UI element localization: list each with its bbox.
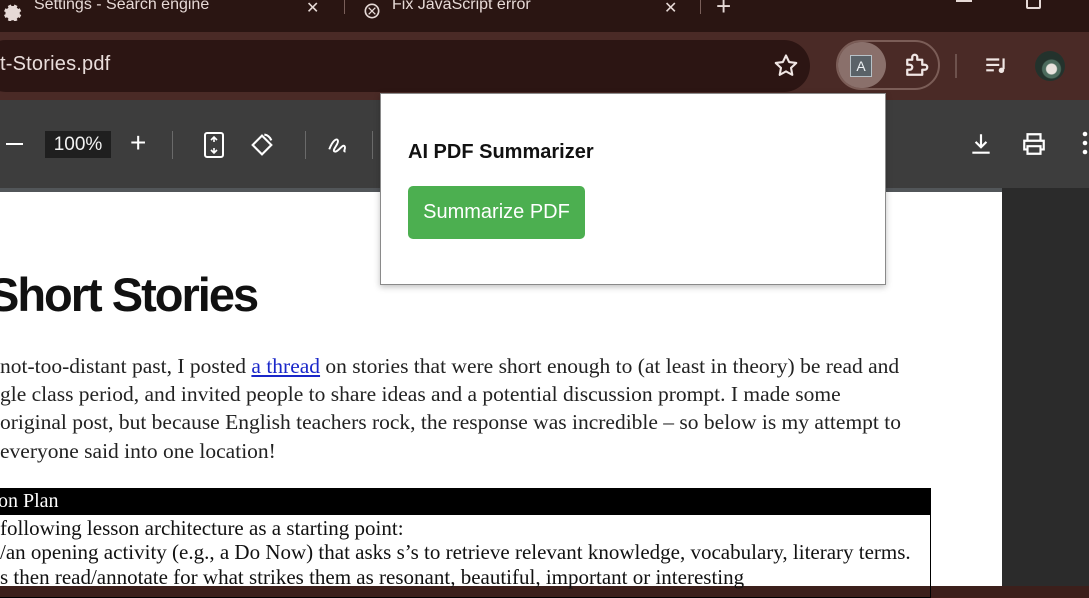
new-tab-icon[interactable]: +	[716, 0, 731, 22]
tab-separator	[700, 0, 701, 14]
openai-icon	[362, 3, 380, 24]
minimize-icon[interactable]	[956, 0, 972, 2]
annotate-pen-icon[interactable]	[326, 131, 352, 164]
profile-avatar[interactable]	[1035, 51, 1065, 81]
toolbar-separator	[305, 131, 306, 159]
zoom-in-icon[interactable]: +	[130, 127, 146, 159]
tab-title: Fix JavaScript error	[392, 0, 531, 13]
print-icon[interactable]	[1020, 131, 1048, 162]
paragraph-line: original post, but because English teach…	[0, 410, 901, 434]
toolbar-separator	[372, 131, 373, 159]
lesson-plan-line: /an opening activity (e.g., a Do Now) th…	[0, 540, 911, 564]
pdf-side-area	[1002, 188, 1089, 586]
rotate-icon[interactable]	[248, 131, 276, 164]
zoom-level-input[interactable]: 100%	[45, 131, 111, 158]
summarize-pdf-button[interactable]: Summarize PDF	[408, 186, 585, 239]
text-span: on stories that were short enough to (at…	[320, 354, 900, 378]
popup-title: AI PDF Summarizer	[408, 141, 594, 163]
bookmark-star-icon[interactable]	[772, 52, 800, 85]
thread-link[interactable]: a thread	[251, 354, 320, 378]
more-options-icon[interactable]	[1082, 130, 1088, 161]
document-title: Short Stories	[0, 268, 259, 321]
text-span: not-too-distant past, I posted	[0, 354, 252, 378]
address-bar[interactable]	[0, 40, 810, 92]
tab-title: Settings - Search engine	[34, 0, 210, 13]
download-icon[interactable]	[968, 131, 994, 162]
tab-close-icon[interactable]: ✕	[306, 0, 322, 24]
extensions-puzzle-icon[interactable]	[900, 51, 932, 86]
address-bar-url[interactable]: t-Stories.pdf	[0, 53, 110, 76]
toolbar-separator	[172, 131, 173, 159]
lesson-plan-line: s then read/annotate for what strikes th…	[0, 565, 745, 589]
lesson-plan-line: following lesson architecture as a start…	[0, 516, 404, 540]
zoom-out-icon[interactable]	[6, 143, 23, 145]
tab-separator	[344, 0, 345, 14]
gear-icon	[4, 4, 22, 24]
lesson-plan-heading: on Plan	[0, 488, 931, 515]
paragraph-line: everyone said into one location!	[0, 439, 276, 463]
paragraph-line: not-too-distant past, I posted a thread …	[0, 354, 899, 379]
tab-fix-javascript[interactable]: Fix JavaScript error	[362, 0, 531, 32]
tab-close-icon[interactable]: ✕	[664, 0, 680, 24]
extension-badge[interactable]: A	[850, 55, 872, 77]
restore-icon[interactable]	[1026, 0, 1041, 9]
fit-to-page-icon[interactable]	[203, 131, 225, 164]
tab-settings[interactable]: Settings - Search engine	[4, 0, 209, 32]
media-playlist-icon[interactable]	[982, 53, 1010, 84]
paragraph-line: gle class period, and invited people to …	[0, 382, 841, 406]
toolbar-divider	[955, 54, 957, 78]
